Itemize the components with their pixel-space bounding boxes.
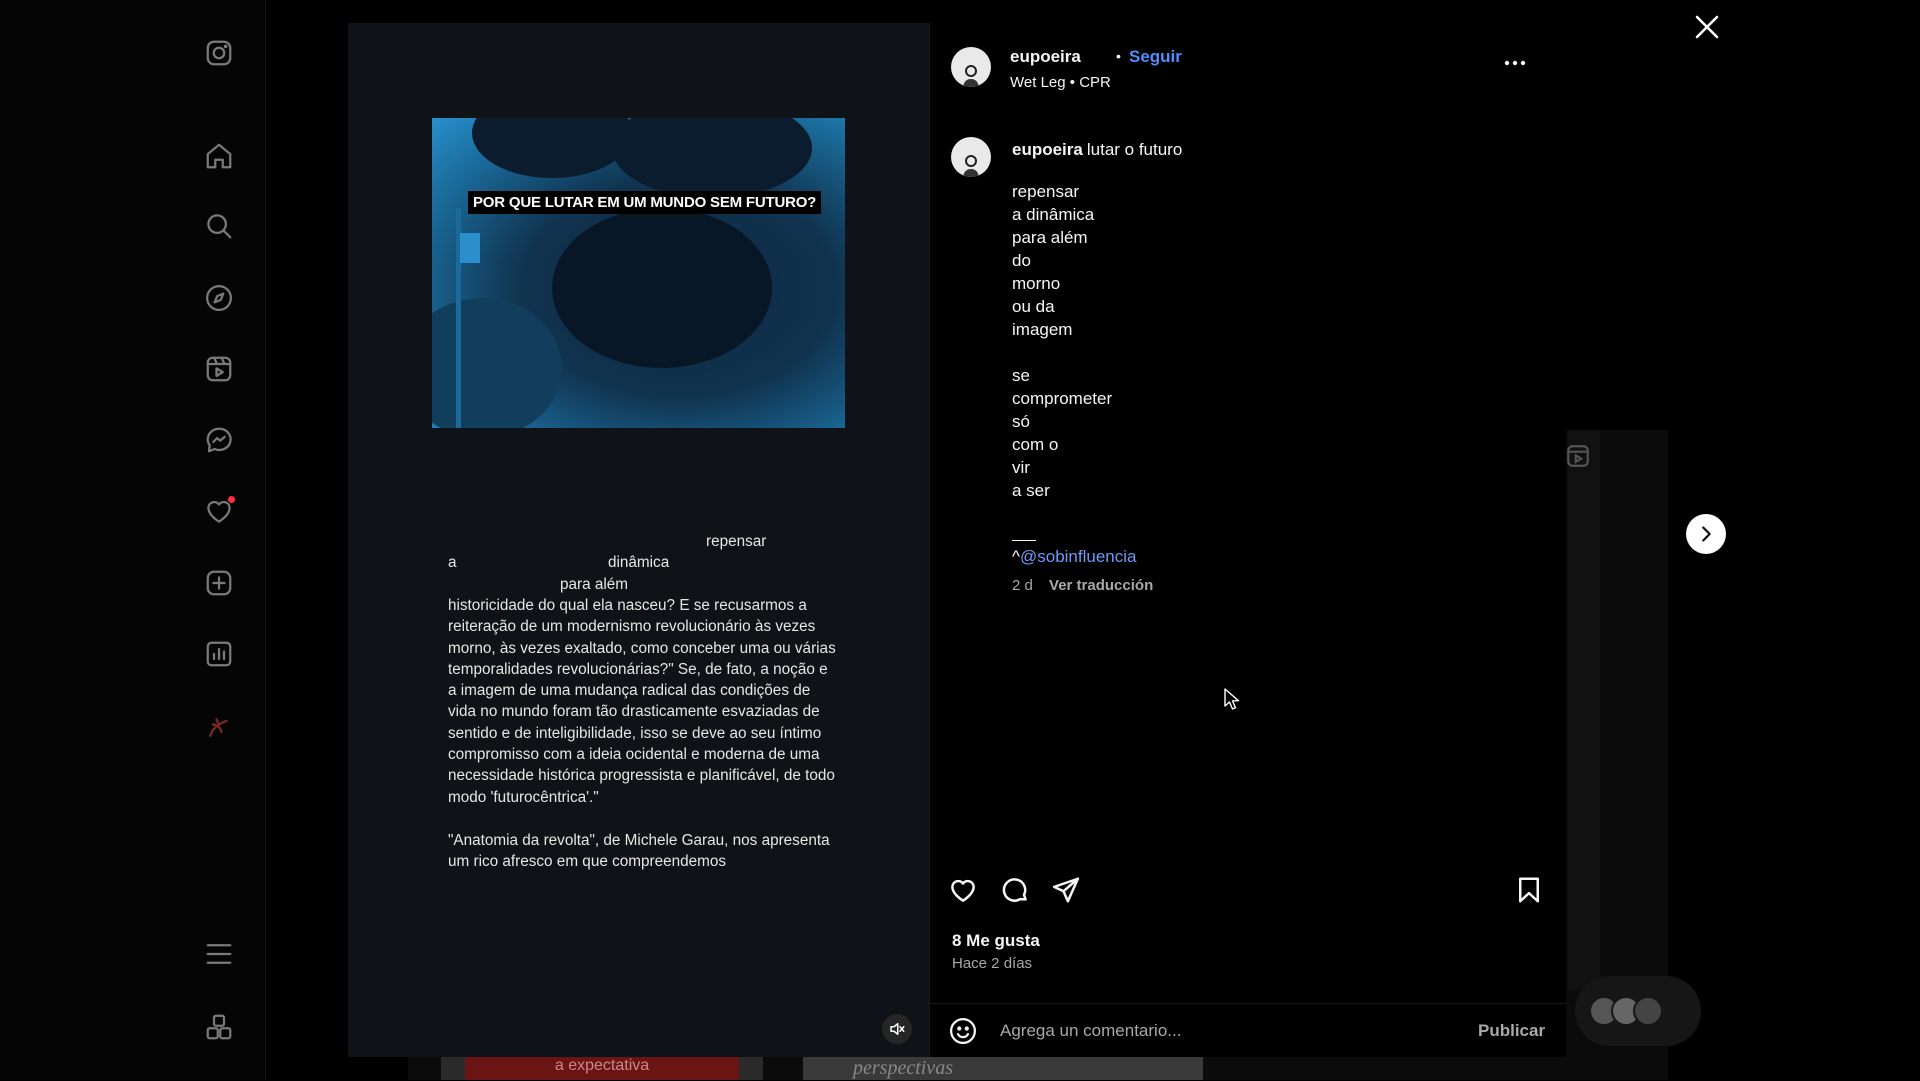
- more-options-button[interactable]: [1500, 51, 1530, 75]
- post-modal: POR QUE LUTAR EM UM MUNDO SEM FUTURO? re…: [348, 23, 1567, 1057]
- post-image-title: POR QUE LUTAR EM UM MUNDO SEM FUTURO?: [468, 191, 822, 214]
- audio-artist-link[interactable]: Wet Leg: [1010, 74, 1066, 91]
- explore-icon[interactable]: [200, 279, 238, 317]
- close-icon: [1695, 15, 1719, 39]
- mention-link[interactable]: @sobinfluencia: [1020, 547, 1137, 566]
- home-icon[interactable]: [200, 137, 238, 175]
- post-caption: eupoeira lutar o futuro repensar a dinâmi…: [1012, 138, 1532, 597]
- search-icon[interactable]: [200, 207, 238, 245]
- caption-line: com o: [1012, 435, 1059, 454]
- like-button[interactable]: [948, 875, 982, 909]
- comment-bar: Publicar: [930, 1003, 1567, 1057]
- post-media-text: repensar a dinâmica para além historicid…: [448, 531, 838, 873]
- caption-block: repensar a dinâmica para além do morno o…: [1012, 180, 1532, 341]
- caption-block: se comprometer só com o vir a ser: [1012, 364, 1532, 502]
- see-translation-button[interactable]: Ver traducción: [1049, 577, 1153, 594]
- scatter-word: para além: [560, 576, 629, 593]
- media-paragraph: historicidade do qual ela nasceu? E se r…: [448, 597, 836, 806]
- caption-line: comprometer: [1012, 389, 1113, 408]
- audio-track-link[interactable]: CPR: [1079, 74, 1111, 91]
- more-horizontal-icon: [1504, 60, 1526, 66]
- comment-input[interactable]: [1000, 1017, 1440, 1045]
- caption-divider: [1012, 525, 1036, 541]
- menu-icon[interactable]: [200, 935, 238, 973]
- separator-dot: •: [1116, 48, 1121, 64]
- avatar: [1633, 996, 1663, 1026]
- caption-line: vir: [1012, 458, 1030, 477]
- scatter-word: repensar: [706, 533, 767, 550]
- caption-line: ou da: [1012, 297, 1055, 316]
- send-icon: [1052, 877, 1080, 903]
- caption-line: imagem: [1012, 320, 1073, 339]
- likes-count[interactable]: 8 Me gusta: [952, 931, 1040, 951]
- author-username[interactable]: eupoeira: [1010, 47, 1081, 67]
- caption-line: só: [1012, 412, 1030, 431]
- caption-line: a ser: [1012, 481, 1050, 500]
- post-media[interactable]: POR QUE LUTAR EM UM MUNDO SEM FUTURO? re…: [348, 23, 929, 1057]
- dashboard-icon[interactable]: [200, 635, 238, 673]
- mute-button[interactable]: [882, 1014, 912, 1044]
- save-button[interactable]: [1514, 875, 1548, 909]
- sidebar: [0, 0, 266, 1080]
- separator-dot: •: [1069, 74, 1076, 91]
- caption-line: para além: [1012, 228, 1088, 247]
- action-bar: [948, 875, 1548, 911]
- publish-button[interactable]: Publicar: [1478, 1021, 1545, 1041]
- next-post-button[interactable]: [1686, 514, 1726, 554]
- audio-info: Wet Leg • CPR: [1010, 74, 1111, 91]
- create-plus-icon[interactable]: [200, 564, 238, 602]
- post-image: POR QUE LUTAR EM UM MUNDO SEM FUTURO?: [432, 118, 845, 428]
- notification-dot: [228, 496, 235, 503]
- caption-timestamp[interactable]: 2 d: [1012, 577, 1033, 594]
- caption-mention-prefix: ^: [1012, 547, 1020, 566]
- messages-avatars[interactable]: [1575, 976, 1701, 1046]
- follow-button[interactable]: Seguir: [1129, 47, 1182, 67]
- reel-badge-icon: [1565, 443, 1591, 469]
- instagram-logo-icon[interactable]: [200, 34, 238, 72]
- mouse-cursor-icon: [1224, 688, 1240, 710]
- more-apps-icon[interactable]: [200, 1008, 238, 1046]
- close-button[interactable]: [1690, 10, 1724, 44]
- caption-line: repensar: [1012, 182, 1080, 201]
- caption-line: do: [1012, 251, 1031, 270]
- author-avatar[interactable]: [951, 47, 991, 87]
- caption-username[interactable]: eupoeira: [1012, 140, 1083, 159]
- caption-first-line: lutar o futuro: [1086, 140, 1183, 159]
- post-timestamp: Hace 2 días: [952, 955, 1033, 972]
- bookmark-icon: [1519, 877, 1539, 903]
- speaker-muted-icon: [890, 1023, 905, 1035]
- scatter-word: a: [448, 554, 457, 571]
- caption-author-avatar[interactable]: [951, 137, 991, 177]
- heart-notification-icon[interactable]: [200, 492, 238, 530]
- heart-icon: [951, 879, 975, 902]
- caption-line: a dinâmica: [1012, 205, 1095, 224]
- profile-avatar-icon[interactable]: [200, 708, 238, 746]
- background-thumbnail: a expectativa: [441, 1055, 763, 1080]
- emoji-icon: [950, 1018, 976, 1044]
- messenger-icon[interactable]: [200, 421, 238, 459]
- caption-line: se: [1012, 366, 1030, 385]
- chevron-right-icon: [1702, 526, 1711, 542]
- scatter-word: dinâmica: [608, 554, 670, 571]
- background-reel-tile: [1568, 430, 1600, 990]
- comment-button[interactable]: [1000, 875, 1034, 909]
- comment-icon: [1002, 878, 1027, 902]
- background-thumbnail: perspectivas: [803, 1055, 1203, 1080]
- media-paragraph: "Anatomia da revolta", de Michele Garau,…: [448, 831, 830, 871]
- share-button[interactable]: [1051, 875, 1085, 909]
- emoji-button[interactable]: [948, 1016, 980, 1048]
- caption-line: morno: [1012, 274, 1061, 293]
- post-details-panel: eupoeira • Seguir Wet Leg • CPR eupoeira…: [929, 23, 1567, 1057]
- reels-icon[interactable]: [200, 350, 238, 388]
